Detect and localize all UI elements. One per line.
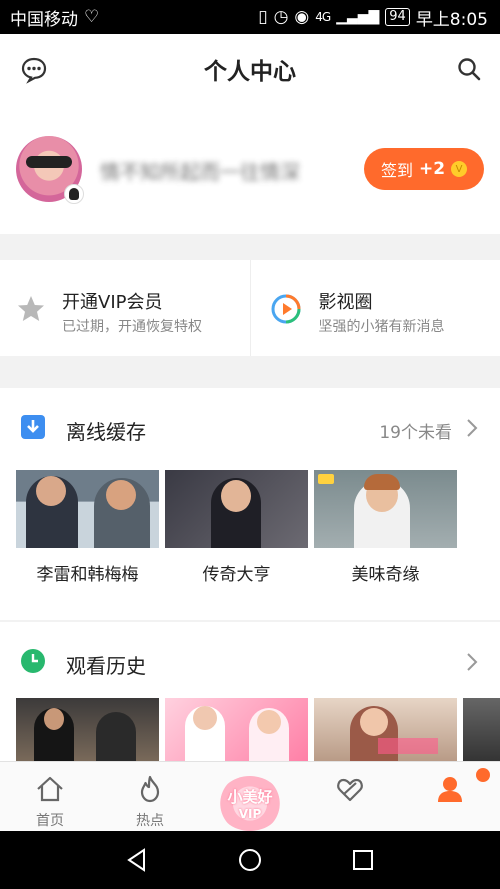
circle-card-subtitle: 坚强的小猪有新消息 xyxy=(318,319,445,335)
tab-circle[interactable] xyxy=(300,762,400,831)
bottom-tab-bar: 首页 热点 小美好 VIP xyxy=(0,761,500,831)
play-circle-icon xyxy=(271,294,300,324)
vip-badge-line2: VIP xyxy=(238,807,262,821)
coin-icon: V xyxy=(451,161,468,177)
status-bar: 中国移动 ♡ ▯ ◷ ◉ 4G ▁▃▅▇ 94 早上8:05 xyxy=(0,0,500,34)
tab-me[interactable] xyxy=(400,762,500,831)
vibrate-icon: ▯ xyxy=(258,7,268,27)
star-icon xyxy=(18,296,44,321)
message-icon[interactable] xyxy=(20,56,48,84)
tab-vip[interactable]: 小美好 VIP xyxy=(200,762,300,831)
battery-indicator: 94 xyxy=(385,8,410,26)
feature-cards: 开通VIP会员 已过期，开通恢复特权 影视圈 坚强的小猪有新消息 xyxy=(0,260,500,356)
clock-icon xyxy=(21,649,45,673)
vip-card-subtitle: 已过期，开通恢复特权 xyxy=(62,319,202,335)
alarm-icon: ◷ xyxy=(273,7,289,27)
user-icon xyxy=(438,777,462,802)
video-thumbnail xyxy=(314,470,457,548)
tab-home[interactable]: 首页 xyxy=(0,762,100,831)
offline-item-caption: 传奇大亨 xyxy=(202,565,271,585)
signin-points: +2 xyxy=(418,159,446,179)
watch-history-header[interactable]: 观看历史 xyxy=(0,622,500,698)
home-circle-icon[interactable] xyxy=(237,847,263,873)
heart-monitor-icon: ♡ xyxy=(84,7,100,27)
tab-hot-label: 热点 xyxy=(136,813,164,829)
heart-circle-icon xyxy=(337,778,363,802)
app-screen: 个人中心 情不知所起而一往情深 签到 +2 V 开通VIP会员 已过期，开通恢复… xyxy=(0,34,500,831)
history-item[interactable] xyxy=(463,698,500,762)
qq-icon xyxy=(64,184,84,204)
history-item[interactable] xyxy=(16,698,159,762)
header: 个人中心 xyxy=(0,34,500,104)
back-icon[interactable] xyxy=(124,847,150,873)
vip-badge-icon: 小美好 VIP xyxy=(218,776,282,831)
carrier-label: 中国移动 xyxy=(10,9,78,30)
offline-item[interactable]: 传奇大亨 xyxy=(165,470,308,585)
time-label: 早上8:05 xyxy=(415,9,488,30)
signin-button[interactable]: 签到 +2 V xyxy=(364,148,484,190)
circle-card-title: 影视圈 xyxy=(318,292,373,313)
offline-cache-section: 离线缓存 19个未看 李雷和韩梅梅 传奇大亨 美味奇缘 xyxy=(0,388,500,620)
recents-icon[interactable] xyxy=(350,847,376,873)
history-item[interactable] xyxy=(165,698,308,762)
flame-icon xyxy=(140,775,160,803)
offline-item-caption: 李雷和韩梅梅 xyxy=(36,565,139,585)
tab-hot[interactable]: 热点 xyxy=(100,762,200,831)
search-icon[interactable] xyxy=(456,56,482,82)
profile-section: 情不知所起而一往情深 签到 +2 V xyxy=(0,104,500,234)
history-thumbs xyxy=(16,698,500,762)
history-item[interactable] xyxy=(314,698,457,762)
tab-home-label: 首页 xyxy=(36,813,64,829)
notification-dot xyxy=(476,768,490,782)
offline-item-caption: 美味奇缘 xyxy=(351,565,420,585)
signal-icon: ▁▃▅▇ xyxy=(336,9,380,25)
network-type: 4G xyxy=(315,10,331,24)
unwatched-count: 19个未看 xyxy=(379,423,452,443)
offline-cache-header[interactable]: 离线缓存 19个未看 xyxy=(0,388,500,464)
offline-item[interactable]: 李雷和韩梅梅 xyxy=(16,470,159,585)
video-thumbnail xyxy=(165,470,308,548)
chevron-right-icon xyxy=(467,419,478,437)
watch-history-title: 观看历史 xyxy=(66,654,146,678)
vip-badge-line1: 小美好 xyxy=(227,788,273,806)
video-thumbnail xyxy=(16,470,159,548)
offline-cache-title: 离线缓存 xyxy=(66,420,146,444)
signin-label: 签到 xyxy=(380,161,413,180)
avatar-glasses xyxy=(26,156,72,168)
vip-card-title: 开通VIP会员 xyxy=(62,292,163,313)
offline-thumbs: 李雷和韩梅梅 传奇大亨 美味奇缘 xyxy=(16,470,457,585)
chevron-right-icon xyxy=(467,653,478,671)
system-nav-bar xyxy=(0,831,500,889)
eye-icon: ◉ xyxy=(294,7,310,27)
circle-card[interactable]: 影视圈 坚强的小猪有新消息 xyxy=(249,260,500,356)
home-icon xyxy=(37,776,63,802)
page-title: 个人中心 xyxy=(204,59,296,85)
download-icon xyxy=(21,415,45,439)
vip-card[interactable]: 开通VIP会员 已过期，开通恢复特权 xyxy=(0,260,250,356)
offline-item[interactable]: 美味奇缘 xyxy=(314,470,457,585)
username[interactable]: 情不知所起而一往情深 xyxy=(100,156,300,186)
